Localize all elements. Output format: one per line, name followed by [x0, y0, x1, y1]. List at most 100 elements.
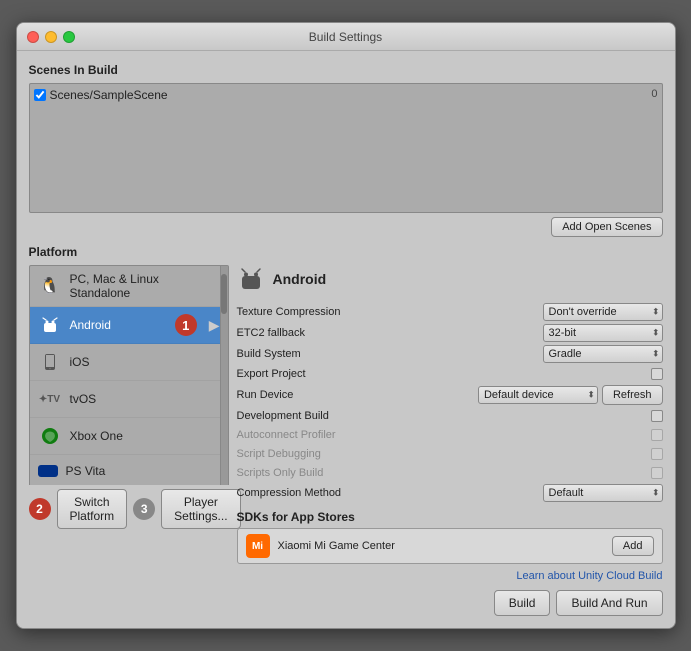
platform-name-psvita: PS Vita: [66, 464, 106, 478]
export-project-checkbox[interactable]: [651, 368, 663, 380]
run-device-row: Run Device Default device Refresh: [237, 385, 663, 405]
sdk-item: Mi Xiaomi Mi Game Center Add: [237, 528, 663, 564]
build-settings-window: Build Settings Scenes In Build Scenes/Sa…: [16, 22, 676, 629]
scene-name: Scenes/SampleScene: [50, 88, 168, 102]
scripts-only-row: Scripts Only Build: [237, 465, 663, 481]
run-device-label: Run Device: [237, 387, 294, 403]
etc2-fallback-dropdown[interactable]: 32-bit: [543, 324, 663, 342]
bottom-buttons-row: Build Build And Run: [237, 590, 663, 616]
add-open-scenes-row: Add Open Scenes: [29, 217, 663, 237]
add-sdk-button[interactable]: Add: [612, 536, 654, 556]
android-header: Android: [237, 265, 663, 293]
titlebar: Build Settings: [17, 23, 675, 51]
sdks-label: SDKs for App Stores: [237, 510, 663, 524]
scripts-only-label: Scripts Only Build: [237, 465, 324, 481]
platform-name-xbox: Xbox One: [70, 429, 123, 443]
add-open-scenes-button[interactable]: Add Open Scenes: [551, 217, 662, 237]
minimize-button[interactable]: [45, 31, 57, 43]
switch-platform-badge: 2: [29, 498, 51, 520]
platform-icon-psvita: [38, 465, 58, 477]
platform-name-pc: PC, Mac & Linux Standalone: [70, 272, 220, 300]
scenes-box: Scenes/SampleScene 0: [29, 83, 663, 213]
run-device-controls: Default device Refresh: [478, 385, 663, 405]
platform-item-xbox[interactable]: Xbox One: [30, 418, 228, 455]
cloud-build-link[interactable]: Learn about Unity Cloud Build: [516, 570, 662, 582]
development-build-checkbox[interactable]: [651, 410, 663, 422]
texture-compression-label: Texture Compression: [237, 304, 341, 320]
build-system-dropdown[interactable]: Gradle: [543, 345, 663, 363]
autoconnect-profiler-label: Autoconnect Profiler: [237, 427, 336, 443]
etc2-fallback-select-wrapper: 32-bit: [543, 324, 663, 342]
platform-item-tvos[interactable]: ✦TV tvOS: [30, 381, 228, 418]
platform-list: 🐧 PC, Mac & Linux Standalone Android 1 ▶: [29, 265, 229, 485]
platform-name-android: Android: [70, 318, 111, 332]
scene-item: Scenes/SampleScene: [34, 88, 658, 102]
platform-scrollbar[interactable]: [220, 266, 228, 485]
platform-icon-tvos: ✦TV: [38, 387, 62, 411]
platform-icon-android: [38, 313, 62, 337]
close-button[interactable]: [27, 31, 39, 43]
build-and-run-button[interactable]: Build And Run: [556, 590, 662, 616]
settings-rows: Texture Compression Don't override ETC2 …: [237, 303, 663, 502]
run-device-select-wrapper: Default device: [478, 386, 598, 404]
switch-platform-button[interactable]: Switch Platform: [57, 489, 128, 529]
maximize-button[interactable]: [63, 31, 75, 43]
build-button[interactable]: Build: [494, 590, 551, 616]
window-title: Build Settings: [309, 30, 382, 44]
platform-list-container: 🐧 PC, Mac & Linux Standalone Android 1 ▶: [29, 265, 229, 485]
titlebar-buttons: [27, 31, 75, 43]
mi-logo: Mi: [246, 534, 270, 558]
compression-method-select-wrapper: Default: [543, 484, 663, 502]
development-build-label: Development Build: [237, 408, 329, 424]
run-device-dropdown[interactable]: Default device: [478, 386, 598, 404]
platform-item-pc[interactable]: 🐧 PC, Mac & Linux Standalone: [30, 266, 228, 307]
main-content: Scenes In Build Scenes/SampleScene 0 Add…: [17, 51, 675, 628]
platform-icon-xbox: [38, 424, 62, 448]
sdk-name: Xiaomi Mi Game Center: [278, 540, 604, 552]
etc2-fallback-row: ETC2 fallback 32-bit: [237, 324, 663, 342]
build-system-row: Build System Gradle: [237, 345, 663, 363]
right-buttons: Build Build And Run: [494, 590, 663, 616]
platform-item-psvita[interactable]: PS Vita: [30, 455, 228, 485]
scripts-only-checkbox[interactable]: [651, 467, 663, 479]
android-badge: 1: [175, 314, 197, 336]
script-debugging-checkbox[interactable]: [651, 448, 663, 460]
script-debugging-row: Script Debugging: [237, 446, 663, 462]
platform-icon-ios: [38, 350, 62, 374]
scenes-label: Scenes In Build: [29, 63, 663, 77]
texture-compression-row: Texture Compression Don't override: [237, 303, 663, 321]
compression-method-label: Compression Method: [237, 485, 342, 501]
export-project-row: Export Project: [237, 366, 663, 382]
platform-name-ios: iOS: [70, 355, 90, 369]
refresh-button[interactable]: Refresh: [602, 385, 663, 405]
android-header-icon: [237, 265, 265, 293]
autoconnect-profiler-row: Autoconnect Profiler: [237, 427, 663, 443]
player-settings-button[interactable]: Player Settings...: [161, 489, 240, 529]
android-settings-title: Android: [273, 271, 327, 287]
build-system-label: Build System: [237, 346, 301, 362]
compression-method-row: Compression Method Default: [237, 484, 663, 502]
platform-panel: 🐧 PC, Mac & Linux Standalone Android 1 ▶: [29, 265, 229, 616]
texture-compression-select-wrapper: Don't override: [543, 303, 663, 321]
cloud-build-link-row: Learn about Unity Cloud Build: [237, 568, 663, 582]
platform-label: Platform: [29, 245, 663, 259]
compression-method-dropdown[interactable]: Default: [543, 484, 663, 502]
texture-compression-dropdown[interactable]: Don't override: [543, 303, 663, 321]
autoconnect-profiler-checkbox[interactable]: [651, 429, 663, 441]
platform-item-ios[interactable]: iOS: [30, 344, 228, 381]
settings-panel: Android Texture Compression Don't overri…: [237, 265, 663, 616]
scene-checkbox[interactable]: [34, 89, 46, 101]
scene-index: 0: [651, 88, 657, 100]
platform-item-android[interactable]: Android 1 ▶: [30, 307, 228, 344]
export-project-label: Export Project: [237, 366, 306, 382]
platform-icon-pc: 🐧: [38, 274, 62, 298]
scrollbar-thumb: [221, 274, 227, 314]
build-system-select-wrapper: Gradle: [543, 345, 663, 363]
arrow-right-icon: ▶: [209, 317, 220, 334]
script-debugging-label: Script Debugging: [237, 446, 321, 462]
etc2-fallback-label: ETC2 fallback: [237, 325, 305, 341]
platform-name-tvos: tvOS: [70, 392, 97, 406]
development-build-row: Development Build: [237, 408, 663, 424]
player-settings-badge: 3: [133, 498, 155, 520]
sdks-section: SDKs for App Stores Mi Xiaomi Mi Game Ce…: [237, 510, 663, 564]
